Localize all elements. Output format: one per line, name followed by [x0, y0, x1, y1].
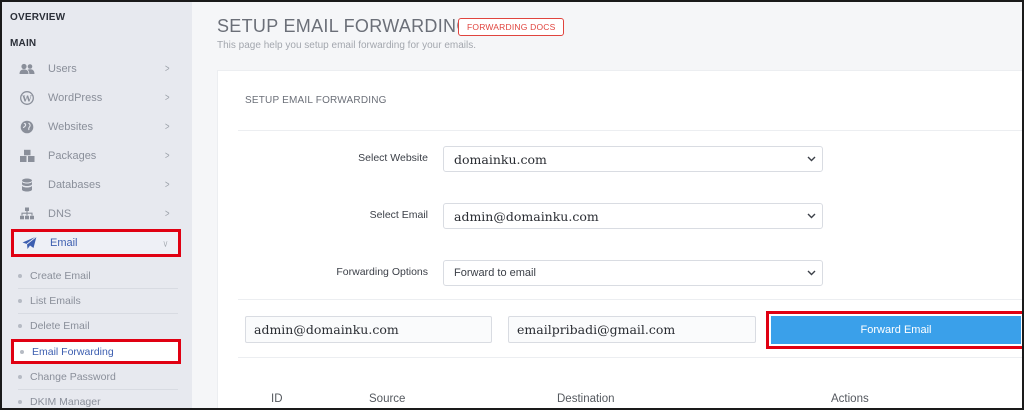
- sidebar-subitem-email-forwarding[interactable]: Email Forwarding: [11, 339, 181, 364]
- source-email-input[interactable]: admin@domainku.com: [245, 316, 492, 343]
- select-email-dropdown[interactable]: admin@domainku.com: [443, 203, 823, 229]
- sidebar-item-users[interactable]: Users >: [12, 54, 180, 83]
- sidebar-item-packages[interactable]: Packages >: [12, 141, 180, 170]
- divider: [238, 130, 1022, 131]
- sidebar-subitem-label: Create Email: [30, 270, 91, 282]
- divider: [238, 357, 1022, 358]
- select-website-dropdown[interactable]: domainku.com: [443, 146, 823, 172]
- sidebar-item-label: DNS: [48, 207, 72, 220]
- chevron-right-icon: >: [164, 150, 170, 162]
- sidebar-item-dns[interactable]: DNS >: [12, 199, 180, 228]
- chevron-down-icon: [806, 268, 816, 278]
- select-website-label: Select Website: [358, 152, 428, 164]
- forwarding-options-dropdown[interactable]: Forward to email: [443, 260, 823, 286]
- svg-text:W: W: [21, 94, 32, 104]
- sidebar-subitem-label: Delete Email: [30, 320, 90, 332]
- chevron-right-icon: >: [164, 208, 170, 220]
- column-header-actions: Actions: [831, 393, 869, 405]
- sidebar-item-databases[interactable]: Databases >: [12, 170, 180, 199]
- select-website-value: domainku.com: [454, 151, 547, 167]
- sidebar-subitem-change-password[interactable]: Change Password: [12, 365, 180, 389]
- bullet-icon: [18, 274, 22, 278]
- globe-icon: [18, 120, 36, 134]
- overview-heading[interactable]: OVERVIEW: [10, 12, 65, 23]
- sitemap-icon: [18, 207, 36, 221]
- sidebar-subitem-dkim-manager[interactable]: DKIM Manager: [12, 390, 180, 408]
- main-heading: MAIN: [10, 38, 37, 49]
- select-email-label: Select Email: [369, 209, 428, 221]
- users-icon: [18, 62, 36, 76]
- sidebar-item-websites[interactable]: Websites >: [12, 112, 180, 141]
- forward-email-highlight: Forward Email: [766, 311, 1022, 349]
- paper-plane-icon: [20, 236, 38, 250]
- bullet-icon: [18, 375, 22, 379]
- forwarding-options-value: Forward to email: [454, 267, 536, 279]
- sidebar-subitem-delete-email[interactable]: Delete Email: [12, 314, 180, 338]
- column-header-id: ID: [271, 393, 283, 405]
- sidebar-subitem-label: Change Password: [30, 371, 116, 383]
- forwarding-docs-link[interactable]: FORWARDING DOCS: [458, 18, 565, 36]
- bullet-icon: [18, 299, 22, 303]
- chevron-down-icon: >: [160, 240, 169, 248]
- sidebar-item-label: Email: [50, 237, 78, 249]
- app-window: OVERVIEW MAIN Users > W WordPress > Webs…: [0, 0, 1024, 410]
- bullet-icon: [18, 324, 22, 328]
- sidebar-item-label: Websites: [48, 120, 94, 133]
- database-icon: [18, 178, 36, 192]
- sidebar-subitem-create-email[interactable]: Create Email: [12, 264, 180, 288]
- sidebar-item-email[interactable]: Email >: [11, 229, 181, 257]
- page-title: SETUP EMAIL FORWARDING -: [217, 16, 483, 36]
- panel-title: SETUP EMAIL FORWARDING: [245, 95, 387, 106]
- sidebar-subitem-list-emails[interactable]: List Emails: [12, 289, 180, 313]
- select-email-value: admin@domainku.com: [454, 208, 599, 224]
- chevron-right-icon: >: [164, 179, 170, 191]
- chevron-right-icon: >: [164, 121, 170, 133]
- bullet-icon: [20, 349, 24, 354]
- chevron-down-icon: [806, 211, 816, 221]
- forwarding-options-label: Forwarding Options: [336, 266, 428, 278]
- column-header-destination: Destination: [557, 393, 615, 405]
- sidebar-item-label: Packages: [48, 149, 97, 162]
- bullet-icon: [18, 400, 22, 404]
- page-subtitle: This page help you setup email forwardin…: [217, 40, 477, 51]
- chevron-right-icon: >: [164, 63, 170, 75]
- wordpress-icon: W: [18, 90, 36, 105]
- divider: [238, 299, 1022, 300]
- chevron-down-icon: [806, 154, 816, 164]
- main-content: SETUP EMAIL FORWARDING - FORWARDING DOCS…: [192, 2, 1022, 408]
- forwarding-panel: SETUP EMAIL FORWARDING Select Website do…: [217, 70, 1022, 408]
- sidebar-subitem-label: Email Forwarding: [32, 345, 114, 358]
- sidebar-item-label: Users: [48, 62, 77, 75]
- sidebar-subitem-label: List Emails: [30, 295, 81, 307]
- sidebar: OVERVIEW MAIN Users > W WordPress > Webs…: [2, 2, 192, 408]
- sidebar-subitem-label: DKIM Manager: [30, 396, 101, 408]
- forwarding-table-header: ID Source Destination Actions: [238, 381, 1022, 408]
- sidebar-item-label: WordPress: [48, 91, 103, 104]
- chevron-right-icon: >: [164, 92, 170, 104]
- sidebar-item-wordpress[interactable]: W WordPress >: [12, 83, 180, 112]
- cubes-icon: [18, 149, 36, 163]
- sidebar-item-label: Databases: [48, 178, 101, 191]
- forward-email-button[interactable]: Forward Email: [771, 316, 1021, 344]
- destination-email-input[interactable]: emailpribadi@gmail.com: [508, 316, 756, 343]
- column-header-source: Source: [369, 393, 406, 405]
